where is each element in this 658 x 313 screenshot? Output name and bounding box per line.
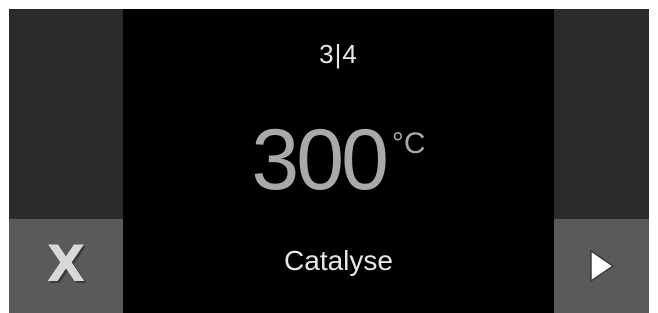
play-right-icon [589, 249, 615, 283]
oven-display: X 3|4 300 °C Catalyse [9, 9, 649, 313]
left-side-panel [9, 9, 123, 219]
main-display: 3|4 300 °C Catalyse [123, 9, 554, 313]
next-button[interactable] [554, 219, 649, 313]
temperature-value: 300 [251, 112, 388, 208]
program-name: Catalyse [284, 245, 393, 276]
step-indicator: 3|4 [319, 39, 358, 69]
right-side-panel [554, 9, 649, 219]
temperature-unit: °C [391, 127, 426, 160]
temperature-display: 300 °C [123, 117, 554, 203]
close-button[interactable]: X [9, 219, 123, 313]
close-icon: X [46, 235, 86, 293]
